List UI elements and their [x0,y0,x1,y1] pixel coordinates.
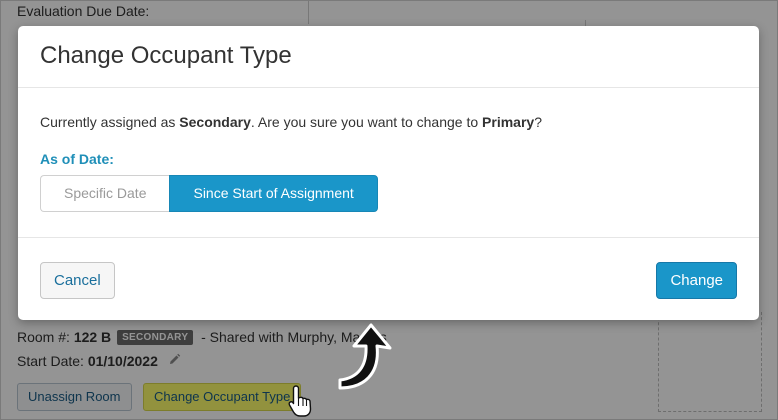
dialog-footer: Cancel Change [18,238,759,320]
change-button[interactable]: Change [656,262,737,299]
confirmation-message: Currently assigned as Secondary. Are you… [40,114,542,130]
new-type: Primary [482,114,535,130]
dialog-title: Change Occupant Type [40,42,292,69]
cancel-button[interactable]: Cancel [40,262,115,299]
as-of-date-label: As of Date: [40,151,114,167]
current-type: Secondary [179,114,251,130]
since-start-option[interactable]: Since Start of Assignment [169,175,378,212]
change-occupant-type-dialog: Change Occupant Type Currently assigned … [18,26,759,320]
specific-date-option[interactable]: Specific Date [40,175,170,212]
hand-pointer-icon [288,385,312,417]
curved-arrow-icon [338,323,392,390]
dialog-header: Change Occupant Type [18,26,759,88]
as-of-date-toggle: Specific Date Since Start of Assignment [40,175,737,212]
dialog-body: Currently assigned as Secondary. Are you… [18,88,759,238]
